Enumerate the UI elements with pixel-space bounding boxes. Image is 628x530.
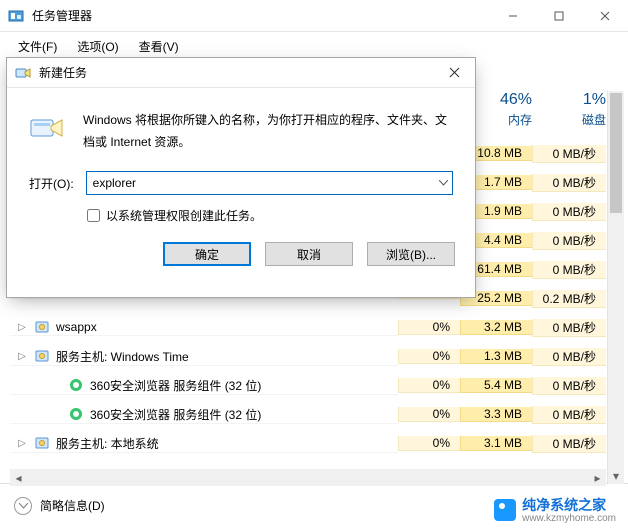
scroll-right-icon[interactable]: ▸ [589, 469, 606, 486]
table-row[interactable]: 360安全浏览器 服务组件 (32 位) 0%3.3 MB0 MB/秒 [10, 400, 606, 429]
cell-disk: 0 MB/秒 [532, 377, 606, 395]
table-row[interactable]: ▷ 服务主机: 本地系统 0%3.1 MB0 MB/秒 [10, 429, 606, 458]
taskmgr-icon [8, 8, 24, 24]
close-button[interactable] [582, 0, 628, 31]
open-input[interactable] [87, 176, 434, 190]
new-task-dialog: 新建任务 Windows 将根据你所键入的名称，为你打开相应的程序、文件夹、文档… [6, 57, 476, 298]
table-row[interactable]: ▷ wsappx 0%3.2 MB0 MB/秒 [10, 313, 606, 342]
cancel-button[interactable]: 取消 [265, 242, 353, 266]
cell-disk: 0 MB/秒 [532, 174, 606, 192]
menu-view[interactable]: 查看(V) [129, 36, 189, 57]
open-combobox[interactable] [86, 171, 453, 195]
cell-cpu: 0% [398, 378, 460, 393]
process-name: wsappx [56, 320, 97, 334]
dialog-close-button[interactable] [437, 60, 471, 86]
cell-memory: 1.3 MB [460, 349, 532, 364]
process-name: 服务主机: Windows Time [56, 348, 189, 365]
fewer-details-label[interactable]: 简略信息(D) [40, 497, 105, 514]
process-name: 360安全浏览器 服务组件 (32 位) [90, 406, 261, 423]
cell-disk: 0 MB/秒 [532, 261, 606, 279]
expand-icon[interactable]: ▷ [16, 351, 28, 362]
chevron-down-icon[interactable] [434, 180, 452, 186]
horizontal-scrollbar[interactable]: ◂ ▸ [10, 469, 606, 486]
expand-icon[interactable]: ▷ [16, 438, 28, 449]
scroll-thumb[interactable] [610, 93, 622, 213]
service-host-icon [34, 435, 50, 451]
cell-disk: 0 MB/秒 [532, 435, 606, 453]
ok-button[interactable]: 确定 [163, 242, 251, 266]
admin-checkbox[interactable] [87, 209, 100, 222]
cell-cpu: 0% [398, 407, 460, 422]
run-titlebar-icon [15, 65, 31, 81]
360-icon [68, 377, 84, 393]
cell-disk: 0 MB/秒 [532, 406, 606, 424]
cell-memory: 5.4 MB [460, 378, 532, 393]
table-row[interactable]: 360安全浏览器 服务组件 (32 位) 0%5.4 MB0 MB/秒 [10, 371, 606, 400]
minimize-button[interactable] [490, 0, 536, 31]
cell-disk: 0 MB/秒 [532, 232, 606, 250]
dialog-description: Windows 将根据你所键入的名称，为你打开相应的程序、文件夹、文档或 Int… [83, 110, 453, 153]
service-host-icon [34, 348, 50, 364]
cell-disk: 0.2 MB/秒 [532, 290, 606, 308]
vertical-scrollbar[interactable]: ▴ ▾ [607, 91, 624, 484]
menu-options[interactable]: 选项(O) [67, 36, 128, 57]
cell-disk: 0 MB/秒 [532, 203, 606, 221]
expand-icon[interactable]: ▷ [16, 322, 28, 333]
fewer-details-icon[interactable] [14, 497, 32, 515]
cell-disk: 0 MB/秒 [532, 145, 606, 163]
360-icon [68, 406, 84, 422]
cell-memory: 3.1 MB [460, 436, 532, 451]
scroll-left-icon[interactable]: ◂ [10, 469, 27, 486]
cell-cpu: 0% [398, 349, 460, 364]
cell-cpu [398, 298, 460, 299]
cell-memory: 3.3 MB [460, 407, 532, 422]
cell-cpu: 0% [398, 436, 460, 451]
cell-memory: 3.2 MB [460, 320, 532, 335]
cell-cpu: 0% [398, 320, 460, 335]
dialog-title: 新建任务 [39, 64, 437, 81]
browse-button[interactable]: 浏览(B)... [367, 242, 455, 266]
watermark-icon [494, 499, 516, 521]
run-icon [29, 110, 65, 146]
admin-label: 以系统管理权限创建此任务。 [106, 207, 262, 224]
titlebar: 任务管理器 [0, 0, 628, 32]
watermark: 纯净系统之家 www.kzmyhome.com [494, 495, 616, 524]
watermark-url: www.kzmyhome.com [522, 513, 616, 524]
watermark-brand: 纯净系统之家 [522, 497, 606, 513]
window-controls [490, 0, 628, 31]
dialog-titlebar: 新建任务 [7, 58, 475, 88]
window-title: 任务管理器 [32, 7, 92, 24]
col-disk[interactable]: 1% 磁盘 [532, 91, 606, 134]
scroll-down-icon[interactable]: ▾ [608, 467, 624, 484]
process-name: 服务主机: 本地系统 [56, 435, 159, 452]
maximize-button[interactable] [536, 0, 582, 31]
open-label: 打开(O): [21, 175, 78, 192]
process-name: 360安全浏览器 服务组件 (32 位) [90, 377, 261, 394]
menu-file[interactable]: 文件(F) [8, 36, 67, 57]
service-host-icon [34, 319, 50, 335]
table-row[interactable]: ▷ 服务主机: Windows Time 0%1.3 MB0 MB/秒 [10, 342, 606, 371]
cell-disk: 0 MB/秒 [532, 348, 606, 366]
cell-disk: 0 MB/秒 [532, 319, 606, 337]
